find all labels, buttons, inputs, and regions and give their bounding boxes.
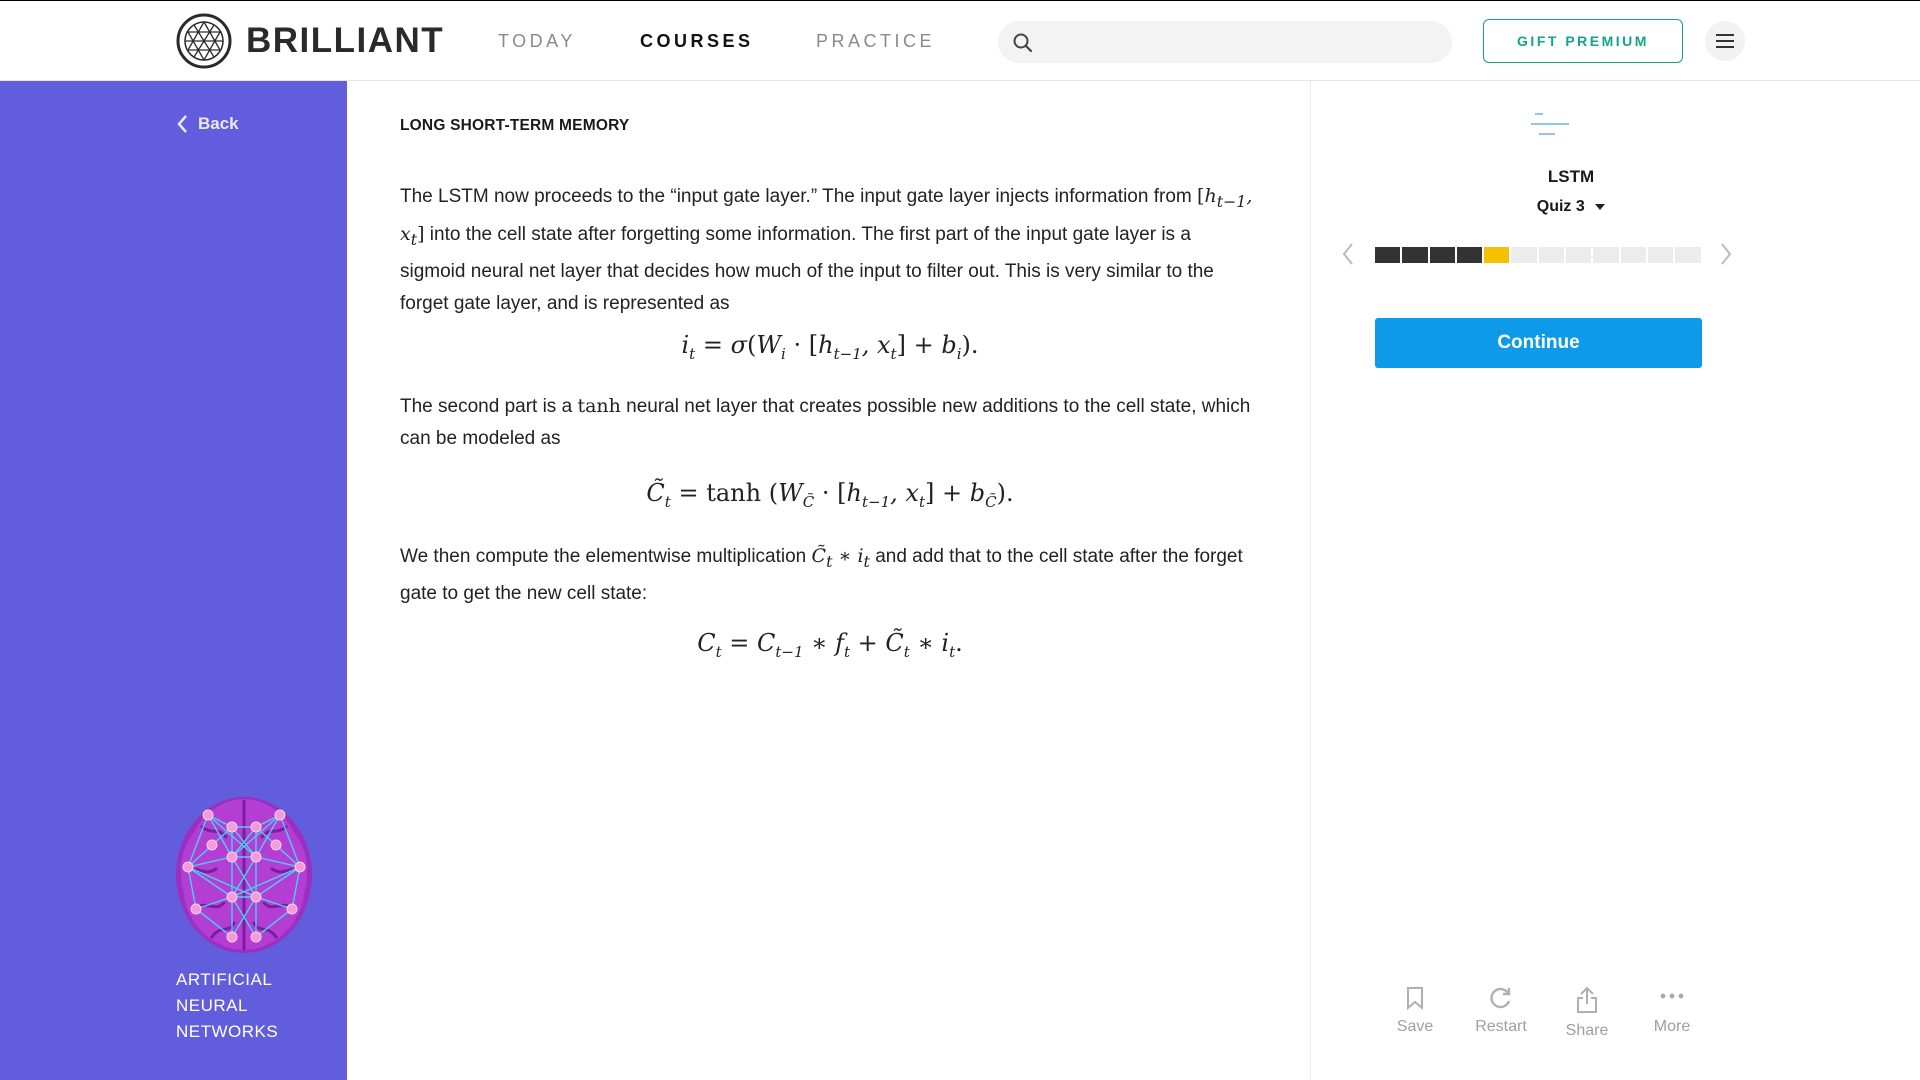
course-name-line: ARTIFICIAL bbox=[176, 970, 273, 989]
lesson-thumbnail bbox=[1531, 113, 1569, 135]
nav-courses[interactable]: COURSES bbox=[640, 31, 754, 52]
quiz-panel: LSTM Quiz 3 Continue Save Restart Share … bbox=[1310, 81, 1920, 1080]
restart-icon bbox=[1490, 987, 1511, 1009]
brain-network-icon bbox=[176, 797, 312, 953]
previous-chevron-icon[interactable] bbox=[1341, 241, 1355, 267]
progress-segment bbox=[1620, 247, 1646, 263]
search-icon bbox=[1013, 33, 1033, 53]
gift-premium-button[interactable]: GIFT PREMIUM bbox=[1483, 19, 1683, 63]
search-input[interactable] bbox=[1044, 25, 1440, 59]
progress-segment bbox=[1511, 247, 1537, 263]
next-chevron-icon[interactable] bbox=[1719, 241, 1733, 267]
bookmark-icon bbox=[1407, 987, 1423, 1010]
more-dots-icon bbox=[1660, 993, 1684, 999]
section-title: LONG SHORT-TERM MEMORY bbox=[400, 117, 630, 134]
paragraph-text: into the cell state after forgetting som… bbox=[400, 223, 1214, 314]
action-label: More bbox=[1653, 1018, 1691, 1035]
restart-action[interactable]: Restart bbox=[1461, 986, 1541, 1036]
save-action[interactable]: Save bbox=[1375, 986, 1455, 1036]
equation-input-gate: it = σ(Wi · [ht−1, xt] + bi). bbox=[681, 331, 979, 363]
paragraph-cell-update: We then compute the elementwise multipli… bbox=[400, 540, 1260, 610]
paragraph-text: The second part is a bbox=[400, 396, 573, 417]
hamburger-menu-icon bbox=[1716, 34, 1734, 48]
course-name-line: NEURAL bbox=[176, 996, 248, 1015]
back-label: Back bbox=[198, 114, 239, 133]
paragraph-tanh-layer: The second part is a tanh neural net lay… bbox=[400, 390, 1260, 455]
progress-segment bbox=[1675, 247, 1701, 263]
brilliant-logo-icon bbox=[176, 13, 232, 69]
brand-logo[interactable]: BRILLIANT bbox=[176, 13, 444, 69]
paragraph-text: The LSTM now proceeds to the “input gate… bbox=[400, 186, 1192, 207]
equation-cell-state: Ct = Ct−1 ∗ ft + C̃t ∗ it. bbox=[697, 629, 963, 661]
quiz-progress-bar bbox=[1375, 247, 1701, 263]
more-action[interactable]: More bbox=[1632, 986, 1712, 1036]
course-sidebar: Back ARTIFICIAL NEURAL NETWORKS bbox=[0, 81, 347, 1080]
inline-math: C̃t ∗ it bbox=[811, 545, 870, 571]
progress-segment bbox=[1402, 247, 1428, 263]
progress-segment bbox=[1593, 247, 1619, 263]
brand-name: BRILLIANT bbox=[246, 21, 445, 60]
action-label: Share bbox=[1565, 1022, 1609, 1039]
quiz-label: Quiz 3 bbox=[1536, 198, 1585, 215]
progress-segment bbox=[1647, 247, 1674, 263]
nav-practice[interactable]: PRACTICE bbox=[816, 31, 935, 52]
share-action[interactable]: Share bbox=[1547, 986, 1627, 1040]
inline-math: tanh bbox=[577, 395, 621, 417]
paragraph-text: We then compute the elementwise multipli… bbox=[400, 546, 807, 567]
progress-segment bbox=[1538, 247, 1565, 263]
progress-segment bbox=[1566, 247, 1592, 263]
chevron-left-icon bbox=[177, 115, 187, 133]
action-label: Save bbox=[1396, 1018, 1434, 1035]
equation-candidate-state: C̃t = tanh (WC̃ · [ht−1, xt] + bC̃). bbox=[646, 479, 1014, 511]
nav-today[interactable]: TODAY bbox=[498, 31, 576, 52]
lesson-title: LSTM bbox=[1547, 167, 1595, 186]
course-name-line: NETWORKS bbox=[176, 1022, 279, 1041]
top-navigation-bar: BRILLIANT TODAY COURSES PRACTICE GIFT PR… bbox=[0, 0, 1920, 81]
action-label: Restart bbox=[1475, 1018, 1527, 1035]
back-link[interactable]: Back bbox=[176, 114, 239, 134]
progress-segment bbox=[1429, 247, 1455, 263]
continue-button[interactable]: Continue bbox=[1375, 318, 1702, 368]
menu-button[interactable] bbox=[1705, 21, 1745, 61]
progress-segment bbox=[1375, 247, 1401, 263]
course-name: ARTIFICIAL NEURAL NETWORKS bbox=[176, 967, 278, 1045]
progress-segment bbox=[1456, 247, 1483, 263]
paragraph-input-gate: The LSTM now proceeds to the “input gate… bbox=[400, 180, 1260, 320]
quiz-selector[interactable]: Quiz 3 bbox=[1311, 198, 1831, 216]
progress-segment bbox=[1484, 247, 1510, 263]
caret-down-icon bbox=[1595, 203, 1606, 210]
share-icon bbox=[1577, 986, 1597, 1013]
